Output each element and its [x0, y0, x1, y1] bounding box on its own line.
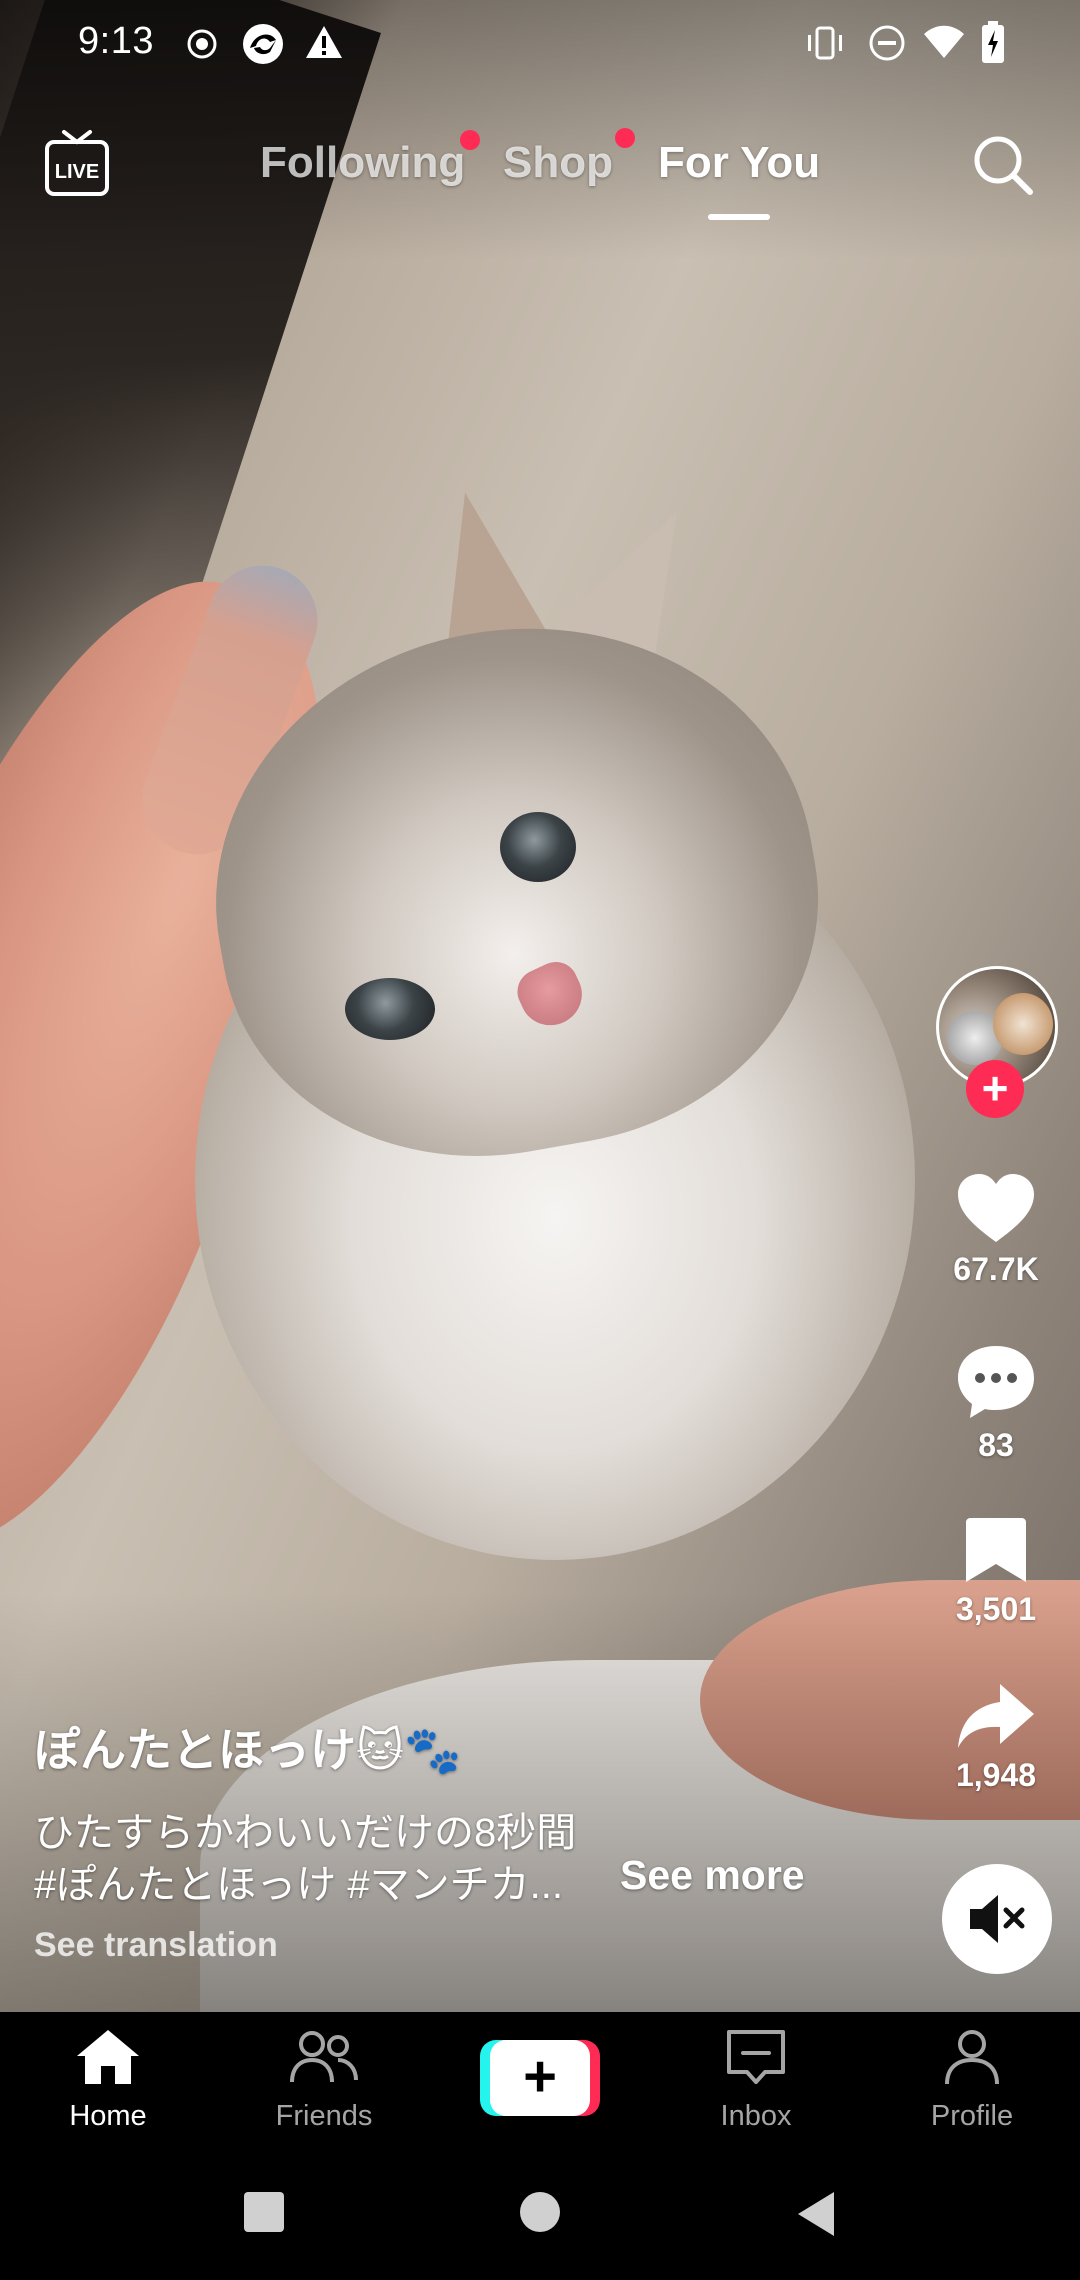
nav-profile[interactable]: Profile — [892, 2026, 1052, 2133]
share-button[interactable]: 1,948 — [936, 1680, 1056, 1794]
bookmark-button[interactable]: 3,501 — [936, 1514, 1056, 1628]
caption-hashtags[interactable]: #ぽんたとほっけ #マンチカ... — [34, 1852, 563, 1910]
comment-count: 83 — [978, 1427, 1014, 1463]
tab-shop[interactable]: Shop — [503, 138, 613, 188]
avatar-kitten — [993, 993, 1053, 1055]
nav-friends[interactable]: Friends — [244, 2026, 404, 2133]
bookmark-icon — [966, 1518, 1026, 1582]
follow-button[interactable]: + — [966, 1060, 1024, 1118]
like-count: 67.7K — [953, 1251, 1039, 1287]
search-icon[interactable] — [970, 132, 1036, 198]
friends-icon — [290, 2031, 358, 2083]
heart-icon — [958, 1174, 1034, 1242]
inbox-icon — [727, 2030, 785, 2084]
vibrate-icon — [808, 26, 842, 60]
comment-icon — [958, 1346, 1034, 1418]
home-system-icon[interactable] — [518, 2190, 562, 2234]
record-icon — [187, 29, 217, 59]
caption-line-1: ひたすらかわいいだけの8秒間 — [34, 1811, 577, 1855]
tab-following[interactable]: Following — [260, 138, 465, 188]
bottom-nav: Home Friends + Inbox Profile — [0, 2012, 1080, 2150]
bookmark-count: 3,501 — [955, 1591, 1037, 1627]
muted-speaker-icon — [970, 1895, 1025, 1943]
live-button[interactable]: LIVE — [44, 128, 110, 198]
do-not-disturb-icon — [869, 25, 905, 61]
mute-button[interactable] — [942, 1864, 1052, 1974]
warning-icon — [306, 26, 342, 58]
video-cat-eye — [345, 978, 435, 1040]
creator-avatar-group: + — [936, 966, 1060, 1118]
nav-home-label: Home — [69, 2100, 147, 2132]
share-count: 1,948 — [955, 1757, 1037, 1793]
video-player[interactable] — [0, 0, 1080, 2012]
live-label: LIVE — [55, 161, 99, 183]
status-bar: 9:13 — [0, 0, 1080, 86]
nav-home[interactable]: Home — [28, 2026, 188, 2133]
nav-inbox[interactable]: Inbox — [676, 2026, 836, 2133]
create-button[interactable]: + — [480, 2040, 600, 2116]
see-more-link[interactable]: See more — [620, 1852, 805, 1899]
nav-profile-label: Profile — [930, 2100, 1014, 2132]
see-translation-link[interactable]: See translation — [34, 1926, 278, 1965]
creator-username[interactable]: ぽんたとほっけ🐱🐾 — [34, 1714, 461, 1780]
profile-icon — [945, 2030, 999, 2085]
nav-friends-label: Friends — [275, 2100, 373, 2132]
screen: 9:13 LIVE Following Shop For You + 67.7K… — [0, 0, 1080, 2280]
wifi-icon — [924, 25, 964, 58]
recents-icon[interactable] — [242, 2190, 286, 2234]
video-cat-eye — [500, 812, 576, 882]
plus-icon: + — [490, 2040, 590, 2116]
active-tab-indicator — [708, 214, 770, 220]
system-nav-bar — [0, 2150, 1080, 2280]
like-button[interactable]: 67.7K — [936, 1170, 1056, 1288]
tab-for-you[interactable]: For You — [658, 138, 820, 188]
status-time: 9:13 — [78, 20, 154, 62]
data-saver-icon — [243, 24, 283, 64]
battery-charging-icon — [982, 21, 1004, 63]
tab-shop-dot — [615, 128, 635, 148]
tab-following-dot — [460, 130, 480, 150]
nav-inbox-label: Inbox — [720, 2100, 792, 2132]
home-icon — [77, 2030, 139, 2084]
back-icon[interactable] — [794, 2190, 838, 2238]
comment-button[interactable]: 83 — [936, 1342, 1056, 1464]
share-icon — [958, 1684, 1034, 1748]
